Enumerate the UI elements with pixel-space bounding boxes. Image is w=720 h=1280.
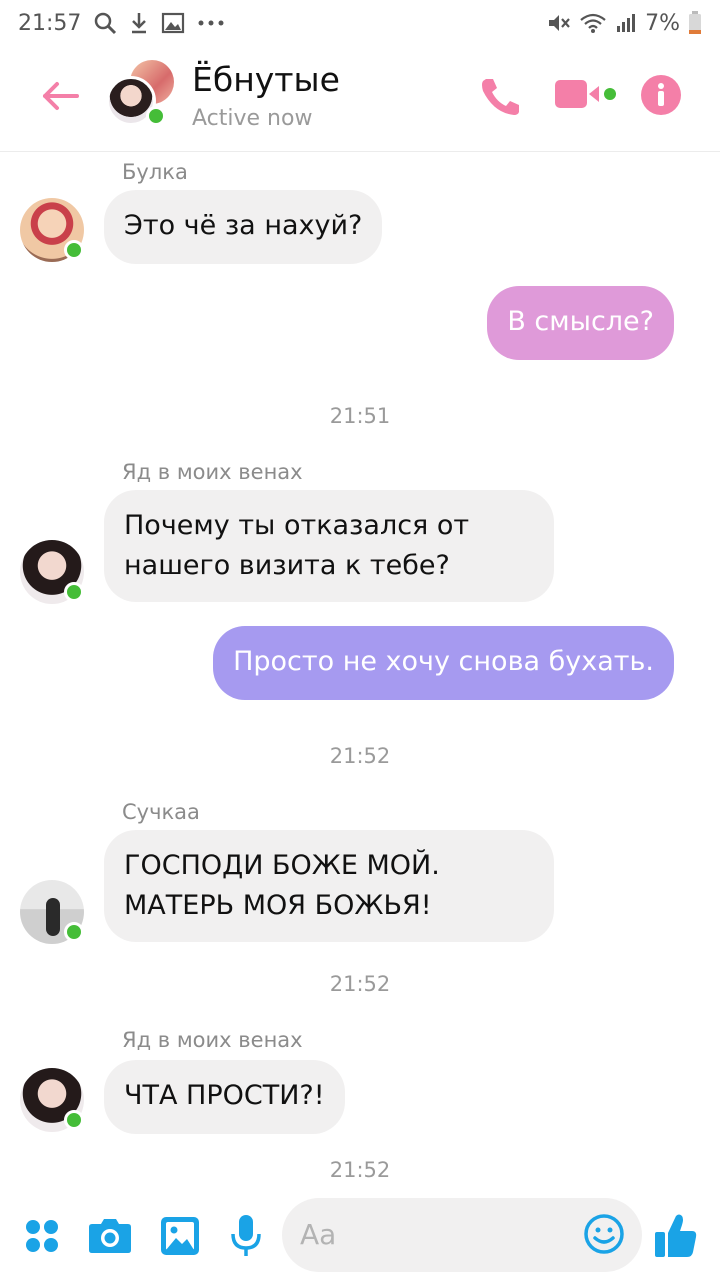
chat-title: Ёбнутые — [192, 60, 340, 99]
message-text-line: Почему ты отказался от — [124, 510, 470, 541]
message-text-line: МАТЕРЬ МОЯ БОЖЬЯ! — [124, 890, 432, 921]
back-arrow-icon[interactable] — [38, 76, 82, 116]
message-bubble-incoming[interactable]: Почему ты отказался от нашего визита к т… — [104, 490, 554, 602]
timestamp: 21:51 — [329, 404, 391, 428]
apps-icon[interactable] — [24, 1218, 60, 1254]
sender-name: Булка — [122, 160, 188, 184]
search-icon — [93, 11, 117, 35]
message-bubble-incoming[interactable]: Это чё за нахуй? — [104, 190, 383, 264]
battery-icon — [688, 11, 702, 35]
wifi-icon — [579, 12, 607, 34]
avatar[interactable] — [20, 540, 84, 604]
message-bubble-outgoing[interactable]: В смысле? — [487, 286, 674, 360]
thumbs-up-icon[interactable] — [654, 1212, 698, 1258]
signal-icon — [615, 12, 637, 34]
message-text: В смысле? — [507, 306, 654, 337]
online-indicator — [64, 240, 84, 260]
info-icon[interactable] — [640, 74, 682, 116]
message-text-line: ГОСПОДИ БОЖЕ МОЙ. — [124, 850, 440, 881]
message-input[interactable]: Aa — [282, 1198, 642, 1272]
mic-icon[interactable] — [230, 1214, 262, 1258]
message-text: ЧТА ПРОСТИ?! — [124, 1080, 325, 1111]
gallery-icon[interactable] — [160, 1216, 200, 1256]
online-indicator — [146, 106, 166, 126]
group-avatar[interactable] — [106, 60, 174, 126]
emoji-icon[interactable] — [584, 1214, 624, 1258]
message-text: Это чё за нахуй? — [124, 210, 363, 241]
timestamp: 21:52 — [329, 744, 391, 768]
status-time: 21:57 — [18, 10, 82, 36]
avatar[interactable] — [20, 198, 84, 262]
avatar[interactable] — [20, 880, 84, 944]
message-text: Просто не хочу снова бухать. — [233, 646, 654, 677]
online-indicator — [64, 1110, 84, 1130]
avatar[interactable] — [20, 1068, 84, 1132]
input-placeholder: Aa — [300, 1218, 337, 1251]
chat-header: Ёбнутые Active now — [0, 46, 720, 152]
mute-icon — [547, 12, 571, 34]
message-bubble-incoming[interactable]: ГОСПОДИ БОЖЕ МОЙ. МАТЕРЬ МОЯ БОЖЬЯ! — [104, 830, 554, 942]
image-icon — [161, 12, 185, 34]
battery-percent: 7% — [645, 10, 680, 36]
composer-bar: Aa — [0, 1192, 720, 1280]
phone-icon[interactable] — [478, 76, 522, 116]
chat-title-block[interactable]: Ёбнутые Active now — [192, 60, 340, 131]
message-bubble-outgoing[interactable]: Просто не хочу снова бухать. — [213, 626, 674, 700]
message-text-line: нашего визита к тебе? — [124, 550, 450, 581]
message-list[interactable]: Булка Это чё за нахуй? В смысле? 21:51 Я… — [0, 152, 720, 1192]
online-indicator — [64, 922, 84, 942]
timestamp: 21:52 — [329, 1158, 391, 1182]
sender-name: Сучкаа — [122, 800, 200, 824]
video-icon[interactable] — [554, 76, 618, 112]
sender-name: Яд в моих венах — [122, 460, 303, 484]
download-icon — [129, 11, 149, 35]
message-bubble-incoming[interactable]: ЧТА ПРОСТИ?! — [104, 1060, 345, 1134]
online-indicator — [64, 582, 84, 602]
status-bar: 21:57 7% — [0, 0, 720, 46]
camera-icon[interactable] — [88, 1216, 132, 1254]
chat-status: Active now — [192, 106, 313, 131]
sender-name: Яд в моих венах — [122, 1028, 303, 1052]
timestamp: 21:52 — [329, 972, 391, 996]
more-icon — [197, 19, 225, 27]
